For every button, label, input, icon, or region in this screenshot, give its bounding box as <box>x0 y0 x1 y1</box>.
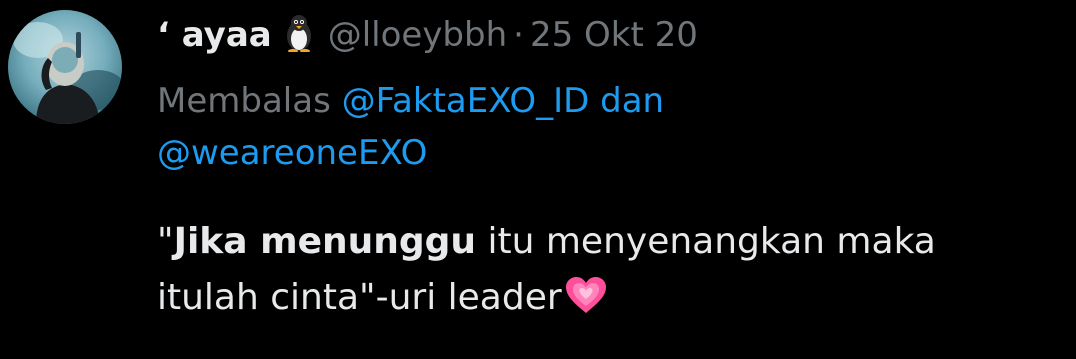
reply-context: Membalas @FaktaEXO_ID dan @weareoneEXO <box>157 75 1057 179</box>
tweet-date[interactable]: 25 Okt 20 <box>530 15 698 55</box>
tweet-text: "Jika menunggu itu menyenangkan maka itu… <box>157 214 1072 332</box>
mention-weareoneexo[interactable]: @weareoneEXO <box>157 133 427 173</box>
tweet-header: ʻ ayaa @lloeybbh · 25 Okt 20 <box>157 10 698 60</box>
open-quote: " <box>157 221 174 262</box>
tweet-text-line1: itu menyenangkan maka <box>476 221 936 262</box>
tweet-text-line2: itulah cinta"-uri leader <box>157 277 562 318</box>
mention-faktaexo-id[interactable]: @FaktaEXO_ID <box>342 81 590 121</box>
penguin-icon <box>284 14 314 66</box>
growing-heart-icon <box>564 275 608 332</box>
avatar[interactable] <box>8 10 122 124</box>
reply-prefix: Membalas <box>157 81 331 121</box>
display-name[interactable]: ʻ ayaa <box>157 15 272 55</box>
reply-conjunction: dan <box>600 81 665 121</box>
tweet[interactable]: ʻ ayaa @lloeybbh · 25 Okt 20 Membalas @Fak… <box>0 0 1076 359</box>
tweet-text-bold: Jika menunggu <box>173 221 477 262</box>
user-handle[interactable]: @lloeybbh <box>328 15 507 55</box>
separator-dot: · <box>513 15 524 55</box>
